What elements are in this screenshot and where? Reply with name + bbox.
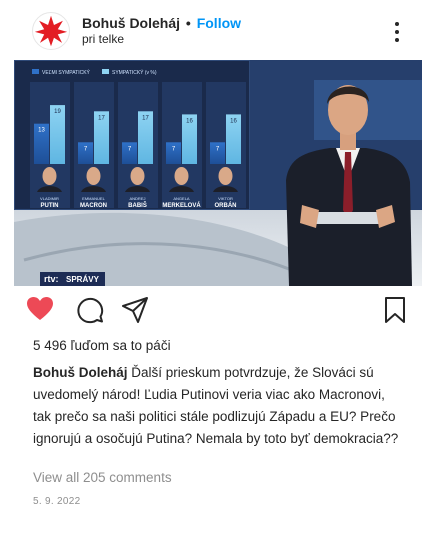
last-name: BABIŠ	[128, 201, 147, 209]
post-location[interactable]: pri telke	[82, 32, 241, 47]
portrait-face	[42, 167, 57, 185]
avatar[interactable]	[32, 12, 70, 50]
last-name: MERKELOVÁ	[162, 202, 201, 209]
value-rather: 19	[54, 109, 61, 115]
app-logo-icon	[34, 15, 68, 47]
portrait-face	[130, 167, 145, 185]
value-rather: 16	[230, 118, 237, 124]
first-name: ANGELA	[173, 196, 190, 201]
first-name: VLADIMIR	[40, 196, 59, 201]
author-name[interactable]: Bohuš Doleháj	[82, 15, 180, 31]
share-icon[interactable]	[121, 296, 149, 324]
portrait-face	[86, 167, 101, 185]
heart-icon[interactable]	[26, 296, 54, 322]
portrait-face	[218, 167, 233, 185]
post-date: 5. 9. 2022	[33, 496, 81, 507]
first-name: VIKTOR	[218, 196, 233, 201]
author-line: Bohuš Doleháj • Follow	[82, 15, 241, 33]
more-options-icon[interactable]	[388, 22, 406, 42]
tv-news-label: SPRÁVY	[66, 275, 100, 284]
action-bar	[18, 296, 410, 326]
view-comments-link[interactable]: View all 205 comments	[33, 470, 172, 485]
value-very: 13	[38, 128, 45, 134]
header-text: Bohuš Doleháj • Follow pri telke	[82, 15, 241, 48]
follow-button[interactable]: Follow	[197, 15, 241, 31]
separator-dot: •	[185, 14, 191, 31]
poll-bars: 1319VLADIMIRPUTIN717EMMANUELMACRON717AND…	[30, 82, 246, 209]
post-card: Bohuš Doleháj • Follow pri telke VEĽMI S…	[0, 0, 424, 549]
tv-logo: rtv:	[44, 274, 59, 284]
value-rather: 16	[186, 118, 193, 124]
legend-very: VEĽMI SYMPATICKÝ	[42, 69, 91, 76]
post-image[interactable]: VEĽMI SYMPATICKÝ SYMPATICKÝ (v %) 13 19 VL…	[14, 60, 422, 286]
legend-rather: SYMPATICKÝ (v %)	[112, 69, 157, 76]
value-rather: 17	[98, 115, 105, 121]
caption-author[interactable]: Bohuš Doleháj	[33, 365, 128, 380]
last-name: ORBÁN	[215, 202, 237, 209]
tv-news-image: VEĽMI SYMPATICKÝ SYMPATICKÝ (v %) 13 19 VL…	[14, 60, 422, 286]
first-name: ANDREJ	[129, 196, 145, 201]
value-rather: 17	[142, 115, 149, 121]
bookmark-icon[interactable]	[384, 296, 406, 324]
portrait-face	[174, 167, 189, 185]
likes-count[interactable]: 5 496 ľuďom sa to páči	[33, 338, 171, 353]
post-header: Bohuš Doleháj • Follow pri telke	[14, 8, 412, 54]
last-name: MACRON	[80, 203, 107, 209]
comment-icon[interactable]	[76, 296, 104, 324]
post-caption: Bohuš Doleháj Ďalší prieskum potvrdzuje,…	[33, 362, 403, 450]
last-name: PUTIN	[41, 203, 59, 209]
first-name: EMMANUEL	[82, 196, 105, 201]
